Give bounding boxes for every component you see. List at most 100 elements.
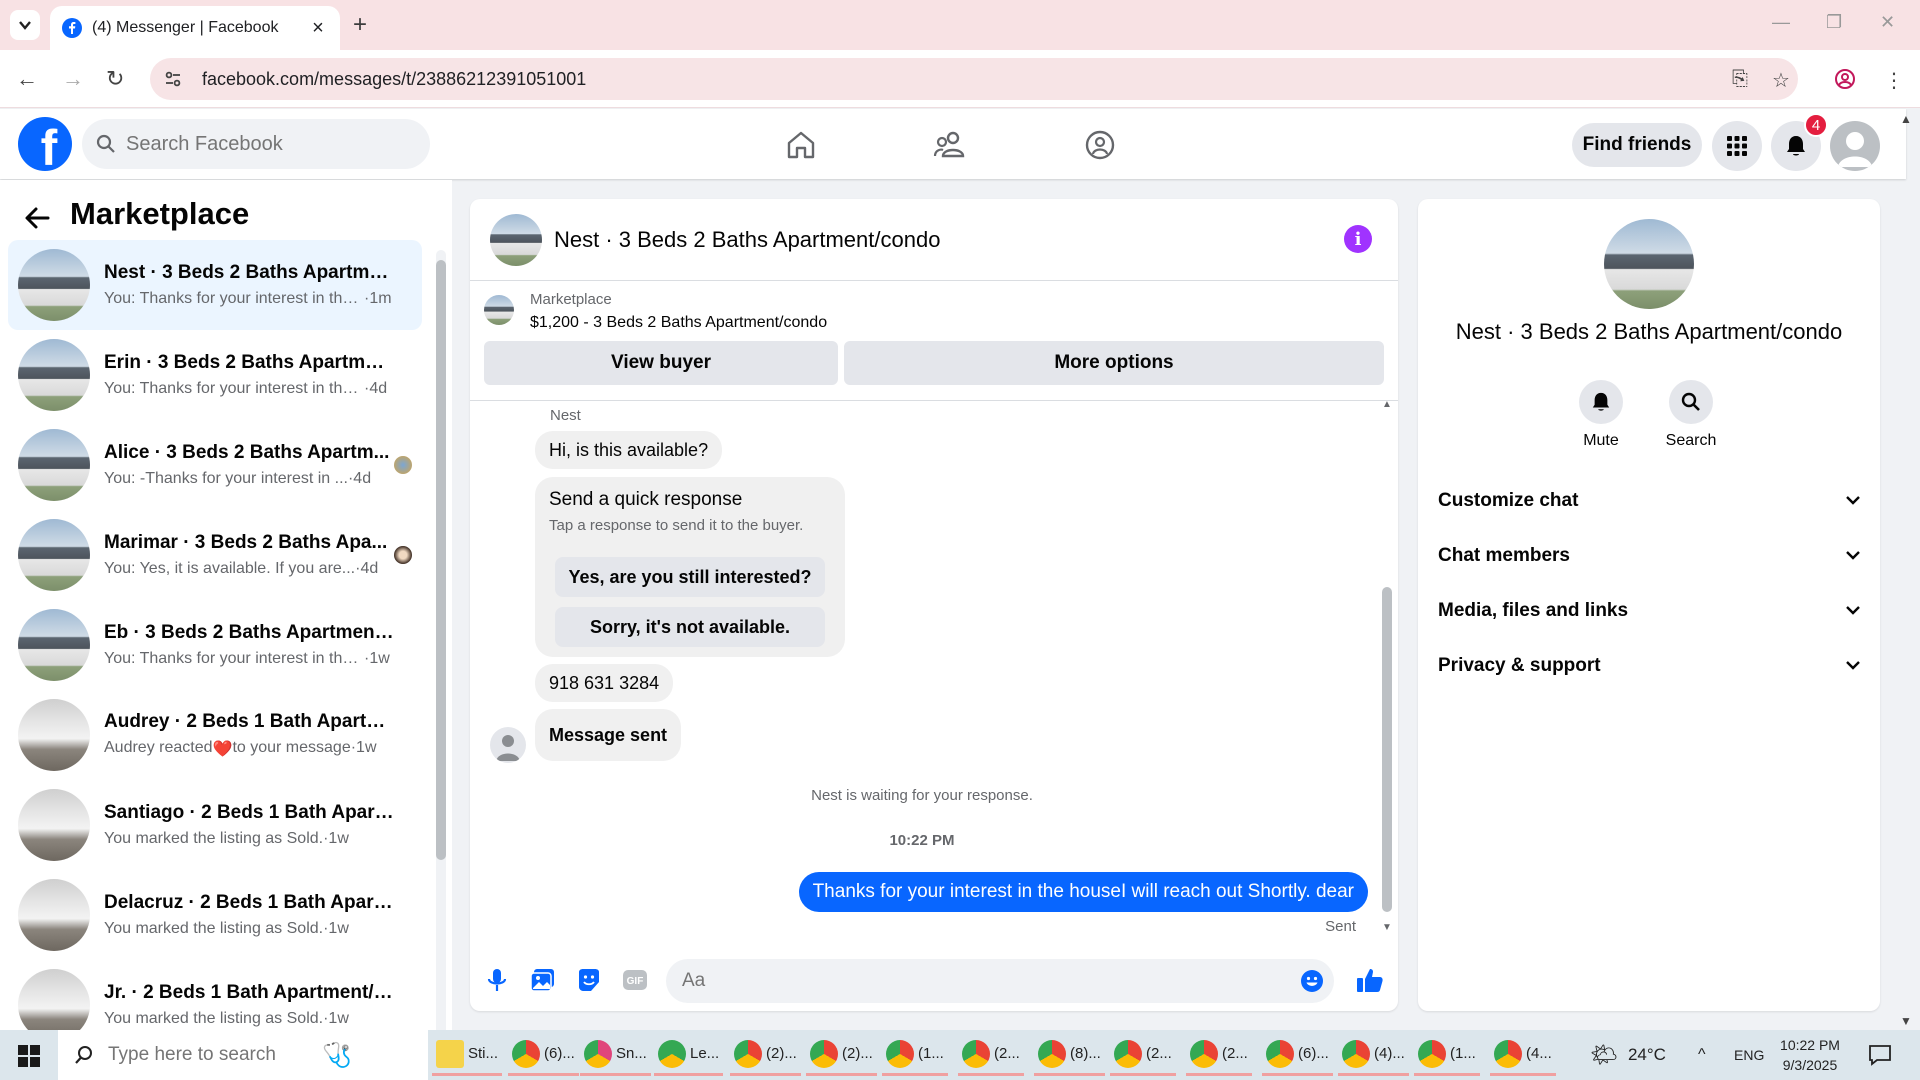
notification-center-icon[interactable]	[1868, 1030, 1892, 1080]
conversation-item[interactable]: Alice · 3 Beds 2 Baths Apartm... You: -Th…	[8, 420, 422, 510]
listing-thumbnail	[18, 429, 90, 501]
taskbar-app-button[interactable]: Le...	[654, 1034, 724, 1076]
taskbar-app-label: (2)...	[842, 1045, 873, 1062]
quick-reply-still-interested-button[interactable]: Yes, are you still interested?	[555, 557, 825, 597]
conversation-preview: You marked the listing as Sold.	[104, 920, 324, 937]
reload-icon[interactable]: ↻	[106, 66, 124, 92]
facebook-search-box[interactable]	[82, 119, 430, 169]
taskbar-app-button[interactable]: (2...	[1186, 1034, 1252, 1076]
windows-start-icon[interactable]	[18, 1045, 40, 1072]
taskbar-app-button[interactable]: Sti...	[432, 1034, 503, 1076]
like-thumbs-up-icon[interactable]	[1356, 967, 1383, 993]
scroll-up-icon[interactable]: ▲	[1382, 399, 1392, 410]
conversation-item[interactable]: Erin · 3 Beds 2 Baths Apartment... You: T…	[8, 330, 422, 420]
conversation-avatar[interactable]	[1604, 219, 1694, 309]
weather-temp: 24°C	[1627, 1045, 1666, 1064]
taskbar-search-input[interactable]	[108, 1044, 308, 1066]
home-nav-icon[interactable]	[781, 127, 821, 163]
conversation-item[interactable]: Delacruz · 2 Beds 1 Bath Apartm... You ma…	[8, 870, 422, 960]
quick-reply-not-available-button[interactable]: Sorry, it's not available.	[555, 607, 825, 647]
tab-search-menu-button[interactable]	[10, 10, 40, 40]
page-scroll-up-icon[interactable]: ▲	[1900, 112, 1912, 126]
emoji-icon[interactable]	[1300, 969, 1324, 993]
site-settings-icon[interactable]	[164, 70, 182, 88]
taskbar-app-button[interactable]: (6)...	[1262, 1034, 1333, 1076]
restore-icon[interactable]: ❐	[1826, 12, 1842, 33]
taskbar-app-button[interactable]: (1...	[882, 1034, 948, 1076]
system-clock[interactable]: 10:22 PM 9/3/2025	[1770, 1035, 1850, 1075]
menu-grid-icon[interactable]	[1712, 121, 1762, 171]
new-tab-icon[interactable]: +	[353, 11, 367, 39]
taskbar-app-button[interactable]: (4)...	[1338, 1034, 1409, 1076]
taskbar-app-button[interactable]: (2)...	[806, 1034, 877, 1076]
microphone-icon[interactable]	[484, 967, 510, 993]
more-options-button[interactable]: More options	[844, 341, 1384, 385]
search-action[interactable]: Search	[1651, 380, 1731, 450]
taskbar-app-button[interactable]: (2)...	[730, 1034, 801, 1076]
conversation-item[interactable]: Eb · 3 Beds 2 Baths Apartment/c... You: T…	[8, 600, 422, 690]
page-scroll-down-icon[interactable]: ▼	[1900, 1014, 1912, 1028]
tray-overflow-icon[interactable]: ^	[1698, 1030, 1706, 1080]
search-icon	[75, 1046, 92, 1064]
conversation-time: 1w	[369, 650, 390, 667]
privacy-support-section[interactable]: Privacy & support	[1438, 646, 1860, 686]
conversation-item[interactable]: Audrey · 2 Beds 1 Bath Apartme... Audrey …	[8, 690, 422, 780]
groups-nav-icon[interactable]	[1080, 127, 1120, 163]
chat-scrollbar[interactable]: ▲ ▼	[1382, 399, 1392, 933]
photo-attach-icon[interactable]	[530, 967, 556, 993]
taskbar-app-button[interactable]: (2...	[958, 1034, 1024, 1076]
chat-title[interactable]: Nest · 3 Beds 2 Baths Apartment/condo	[554, 227, 940, 253]
listing-thumbnail	[18, 519, 90, 591]
media-files-links-section[interactable]: Media, files and links	[1438, 591, 1860, 631]
forward-icon[interactable]: →	[62, 66, 84, 92]
message-input-box[interactable]	[666, 959, 1334, 1003]
friends-nav-icon[interactable]	[930, 127, 970, 163]
back-arrow-icon[interactable]	[24, 204, 50, 238]
scroll-down-icon[interactable]: ▼	[1382, 922, 1392, 933]
conversation-name: Jr. · 2 Beds 1 Bath Apartment/co...	[104, 982, 394, 1003]
profile-icon[interactable]	[1834, 68, 1856, 96]
language-indicator[interactable]: ENG	[1734, 1030, 1764, 1080]
taskbar-app-button[interactable]: (4...	[1490, 1034, 1556, 1076]
conversation-list-scrollbar[interactable]	[436, 250, 446, 1040]
taskbar-app-button[interactable]: (1...	[1414, 1034, 1480, 1076]
incoming-message: 918 631 3284	[535, 664, 674, 702]
taskbar-app-button[interactable]: Sn...	[580, 1034, 651, 1076]
taskbar-app-button[interactable]: (8)...	[1034, 1034, 1105, 1076]
conversation-time: 1w	[328, 920, 349, 937]
message-input[interactable]	[682, 970, 1262, 992]
browser-menu-icon[interactable]: ⋮	[1884, 68, 1904, 93]
facebook-logo[interactable]: f	[18, 117, 72, 171]
taskbar-app-label: (4)...	[1374, 1045, 1405, 1062]
account-avatar[interactable]	[1830, 121, 1880, 171]
gif-icon[interactable]: GIF	[622, 967, 648, 993]
chat-members-section[interactable]: Chat members	[1438, 536, 1860, 576]
chat-avatar[interactable]	[490, 213, 542, 266]
bell-icon[interactable]	[1579, 380, 1623, 424]
close-tab-icon[interactable]: ×	[308, 17, 328, 40]
conversation-info-icon[interactable]: i	[1344, 225, 1372, 253]
view-buyer-button[interactable]: View buyer	[484, 341, 838, 385]
scrollbar-thumb[interactable]	[1382, 587, 1392, 912]
taskbar-app-button[interactable]: (2...	[1110, 1034, 1176, 1076]
sticker-icon[interactable]	[576, 967, 602, 993]
conversation-item[interactable]: Nest · 3 Beds 2 Baths Apartment... You: T…	[8, 240, 422, 330]
find-friends-button[interactable]: Find friends	[1572, 123, 1702, 167]
bookmark-star-icon[interactable]: ☆	[1772, 68, 1790, 93]
scrollbar-thumb[interactable]	[436, 260, 446, 860]
minimize-icon[interactable]: —	[1772, 12, 1790, 33]
customize-chat-section[interactable]: Customize chat	[1438, 481, 1860, 521]
conversation-item[interactable]: Marimar · 3 Beds 2 Baths Apa... You: Yes,…	[8, 510, 422, 600]
facebook-search-input[interactable]	[126, 132, 406, 156]
install-app-icon[interactable]: ⎘	[1732, 68, 1748, 91]
taskbar-search-box[interactable]: 🩺	[58, 1030, 428, 1080]
back-icon[interactable]: ←	[16, 66, 38, 92]
close-window-icon[interactable]: ✕	[1880, 12, 1895, 33]
conversation-item[interactable]: Santiago · 2 Beds 1 Bath Apartm... You ma…	[8, 780, 422, 870]
browser-tab-messenger[interactable]: (4) Messenger | Facebook ×	[50, 6, 340, 50]
address-bar[interactable]: facebook.com/messages/t/2388621239105100…	[150, 58, 1798, 100]
search-icon[interactable]	[1669, 380, 1713, 424]
mute-action[interactable]: Mute	[1561, 380, 1641, 450]
weather-widget[interactable]: 🌤 24°C	[1590, 1030, 1666, 1080]
taskbar-app-button[interactable]: (6)...	[508, 1034, 579, 1076]
